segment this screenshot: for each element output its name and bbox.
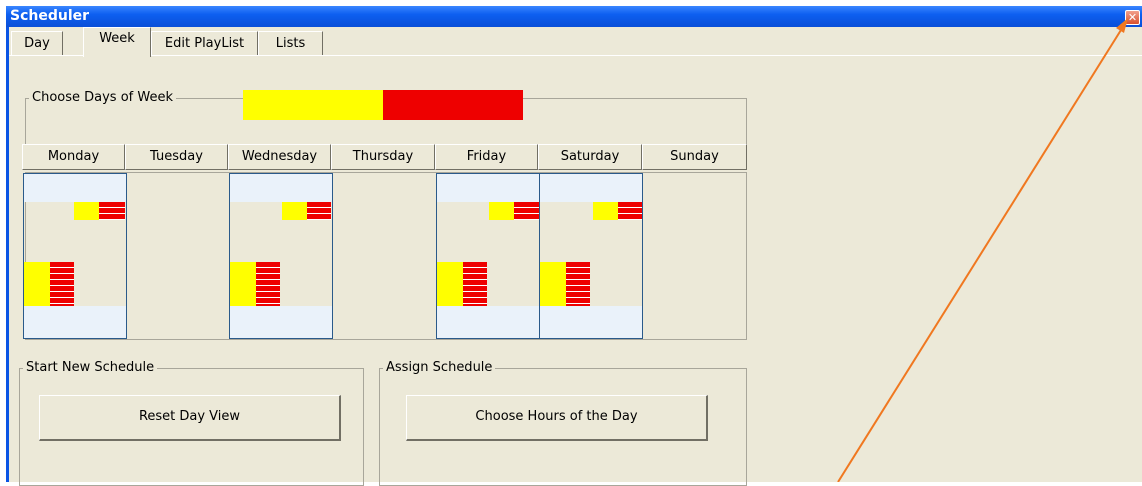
arrow-head-icon: [1116, 18, 1128, 33]
tab-week[interactable]: Week: [83, 27, 151, 57]
tab-week-label: Week: [99, 31, 135, 46]
arrow-line: [837, 21, 1127, 482]
annotation-arrow: [837, 18, 1128, 482]
